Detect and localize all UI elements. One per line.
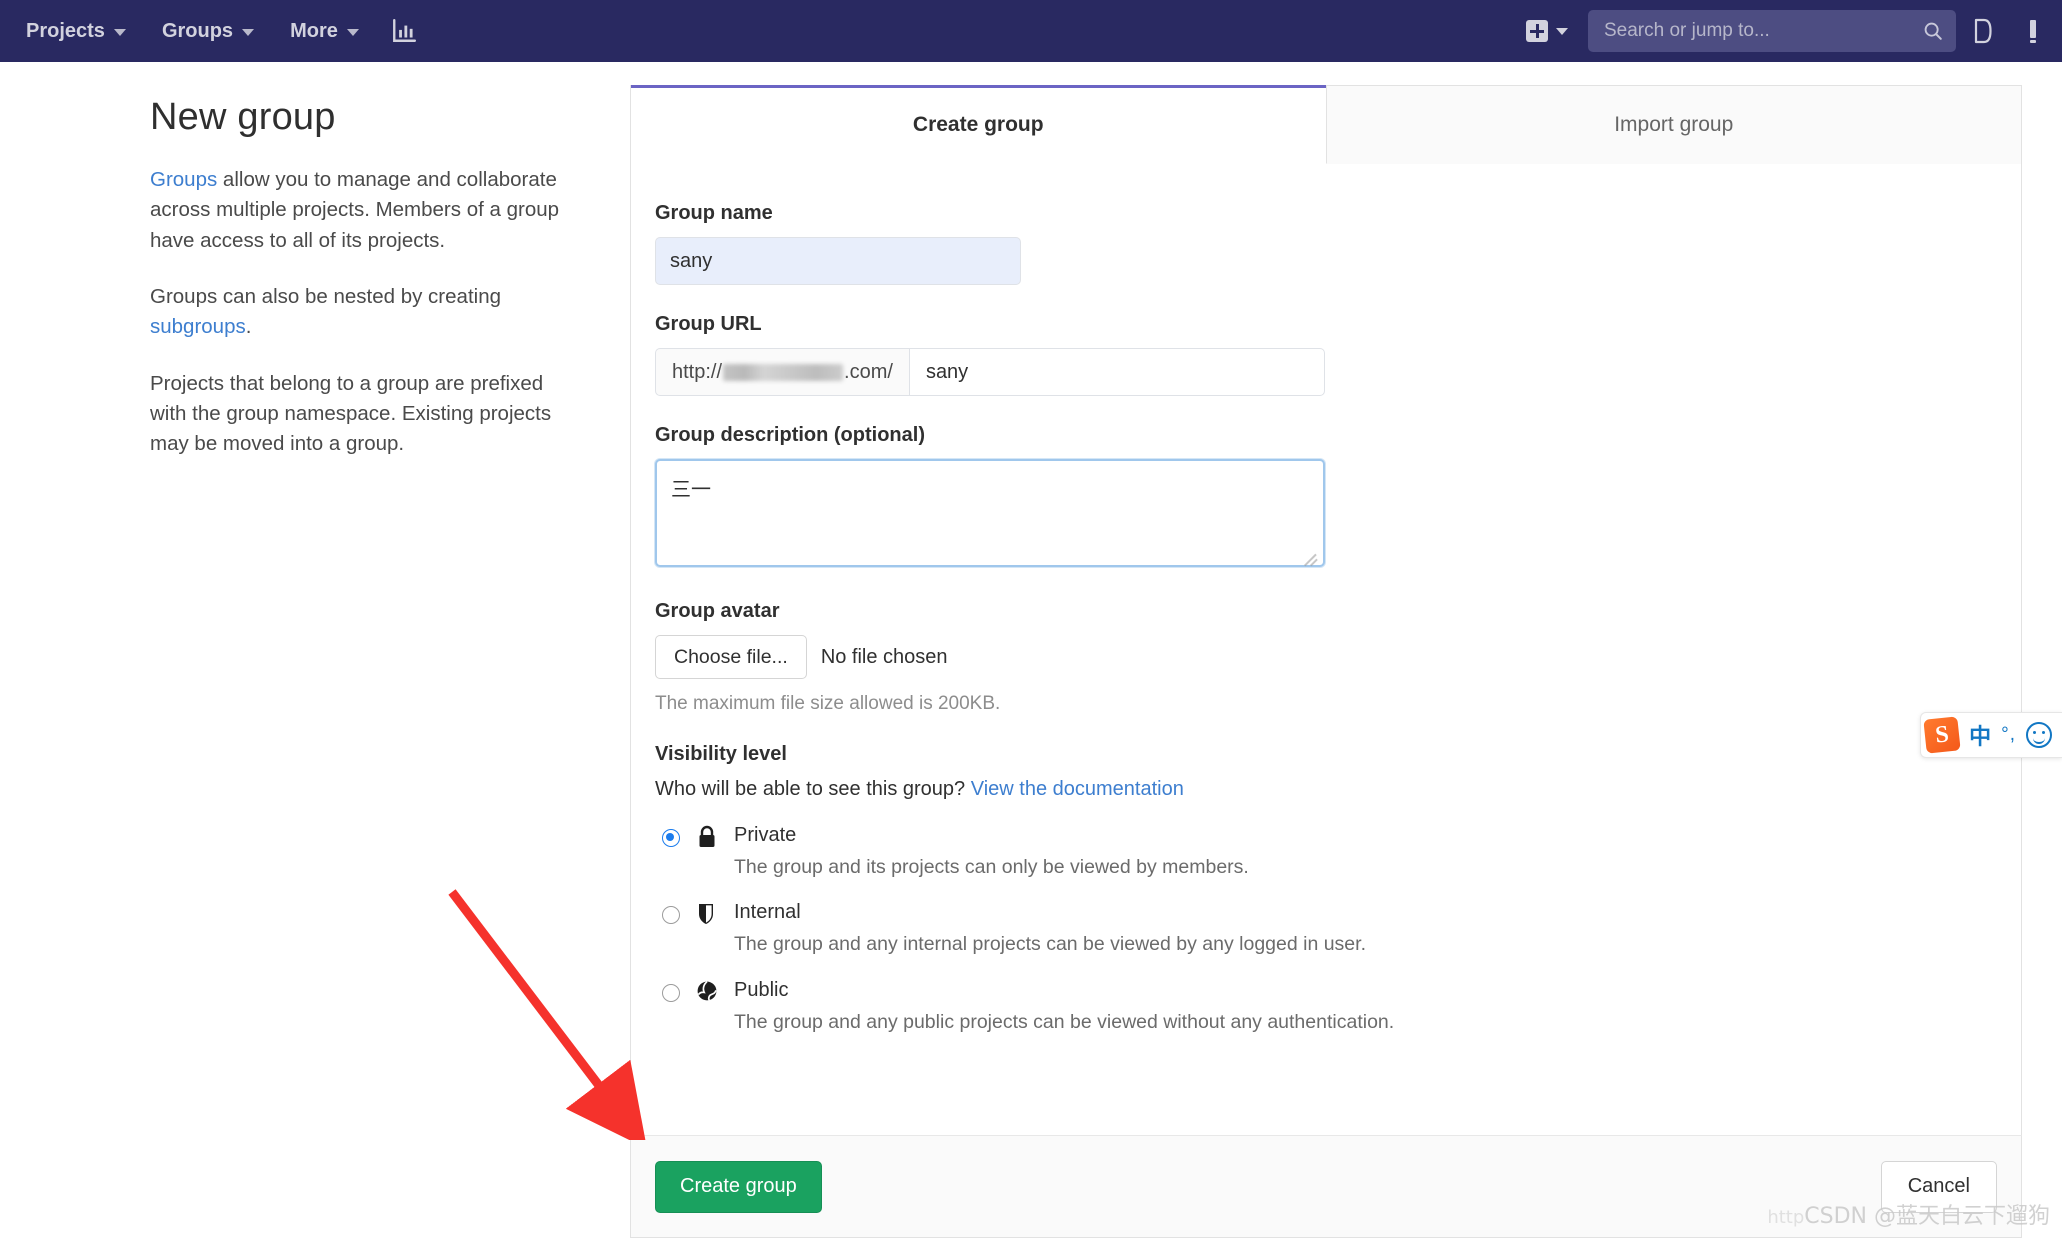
search-input-placeholder: Search or jump to...	[1604, 20, 1922, 42]
ime-toolbar[interactable]: S 中 °,	[1920, 712, 2062, 758]
lock-icon	[696, 825, 718, 849]
chevron-down-icon	[114, 29, 126, 36]
group-url-tld: .com/	[844, 361, 893, 384]
globe-icon	[696, 980, 718, 1002]
group-name-field: Group name	[655, 202, 1981, 285]
panel-tabs: Create group Import group	[631, 86, 2021, 164]
nav-item-groups[interactable]: Groups	[144, 0, 272, 62]
chevron-down-icon	[242, 29, 254, 36]
visibility-option-internal[interactable]: Internal The group and any internal proj…	[655, 900, 1981, 957]
file-status-text: No file chosen	[821, 646, 948, 669]
top-navbar: Projects Groups More	[0, 0, 2062, 62]
visibility-question: Who will be able to see this group? View…	[655, 778, 1981, 801]
visibility-public-desc: The group and any public projects can be…	[734, 1010, 1981, 1035]
search-icon	[1922, 20, 1944, 42]
nav-item-projects[interactable]: Projects	[8, 0, 144, 62]
nav-item-more[interactable]: More	[272, 0, 377, 62]
intro-paragraph-2-pre: Groups can also be nested by creating	[150, 285, 501, 308]
tab-import-group[interactable]: Import group	[1327, 86, 2022, 164]
watermark-prefix: http	[1767, 1207, 1804, 1228]
group-url-row: http:// .com/	[655, 348, 1325, 396]
visibility-private-title: Private	[734, 824, 796, 846]
visibility-field: Visibility level Who will be able to see…	[655, 743, 1981, 1035]
visibility-internal-body: Internal The group and any internal proj…	[734, 900, 1981, 957]
plus-square-icon	[1526, 20, 1548, 42]
nav-item-projects-label: Projects	[26, 20, 105, 43]
issues-icon	[2025, 18, 2041, 44]
create-group-button[interactable]: Create group	[655, 1161, 822, 1213]
smiley-icon[interactable]	[2026, 722, 2052, 748]
visibility-internal-desc: The group and any internal projects can …	[734, 932, 1981, 957]
merge-request-icon	[1971, 18, 1995, 44]
csdn-watermark: httpCSDN @蓝天白云下遛狗	[1767, 1198, 2050, 1230]
ime-punctuation-mode[interactable]: °,	[2001, 724, 2016, 746]
page-root: Projects Groups More	[0, 0, 2062, 1238]
visibility-label: Visibility level	[655, 743, 1981, 766]
tab-create-group[interactable]: Create group	[631, 86, 1327, 164]
subgroups-link[interactable]: subgroups	[150, 315, 246, 338]
global-search-box[interactable]: Search or jump to...	[1588, 10, 1956, 52]
navbar-left-group: Projects Groups More	[0, 0, 431, 62]
group-name-input[interactable]	[655, 237, 1021, 285]
intro-column: New group Groups allow you to manage and…	[150, 96, 580, 486]
avatar-size-hint: The maximum file size allowed is 200KB.	[655, 693, 1981, 715]
bar-chart-icon	[391, 18, 417, 44]
visibility-public-body: Public The group and any public projects…	[734, 978, 1981, 1035]
watermark-text: CSDN @蓝天白云下遛狗	[1804, 1204, 2050, 1229]
radio-internal[interactable]	[662, 906, 680, 924]
group-description-label: Group description (optional)	[655, 424, 1981, 447]
intro-paragraph-2: Groups can also be nested by creating su…	[150, 282, 580, 343]
tab-create-group-label: Create group	[913, 113, 1044, 137]
group-url-scheme: http://	[672, 361, 722, 384]
intro-paragraph-2-post: .	[246, 315, 252, 338]
group-url-prefix: http:// .com/	[655, 348, 909, 396]
visibility-private-desc: The group and its projects can only be v…	[734, 855, 1981, 880]
visibility-question-text: Who will be able to see this group?	[655, 778, 971, 800]
tab-import-group-label: Import group	[1614, 113, 1733, 137]
intro-paragraph-3: Projects that belong to a group are pref…	[150, 369, 580, 460]
visibility-internal-title: Internal	[734, 901, 801, 923]
choose-file-button[interactable]: Choose file...	[655, 635, 807, 679]
radio-public[interactable]	[662, 984, 680, 1002]
nav-item-more-label: More	[290, 20, 338, 43]
merge-requests-button[interactable]	[1960, 0, 2006, 62]
group-name-label: Group name	[655, 202, 1981, 225]
groups-link[interactable]: Groups	[150, 168, 217, 191]
redacted-domain	[723, 364, 843, 381]
view-documentation-link[interactable]: View the documentation	[971, 778, 1184, 800]
group-url-label: Group URL	[655, 313, 1981, 336]
group-url-path-input[interactable]	[909, 348, 1325, 396]
create-group-form: Group name Group URL http:// .com/ Group …	[631, 164, 2021, 1035]
group-avatar-label: Group avatar	[655, 600, 1981, 623]
visibility-private-body: Private The group and its projects can o…	[734, 823, 1981, 880]
globe-icon-wrapper	[696, 980, 722, 1007]
navbar-right-group: Search or jump to...	[1516, 0, 2062, 62]
ime-language-mode[interactable]: 中	[1969, 719, 1991, 751]
group-avatar-field: Group avatar Choose file... No file chos…	[655, 600, 1981, 715]
visibility-public-title: Public	[734, 979, 788, 1001]
visibility-option-private[interactable]: Private The group and its projects can o…	[655, 823, 1981, 880]
group-description-field: Group description (optional) 三一	[655, 424, 1981, 572]
page-title: New group	[150, 96, 580, 139]
shield-icon-wrapper	[696, 902, 722, 931]
create-group-panel: Create group Import group Group name Gro…	[630, 85, 2022, 1205]
chevron-down-icon	[1556, 28, 1568, 35]
shield-icon	[696, 902, 716, 926]
sogou-logo-icon[interactable]: S	[1923, 716, 1960, 753]
analytics-button[interactable]	[377, 0, 431, 62]
nav-item-groups-label: Groups	[162, 20, 233, 43]
file-picker-row: Choose file... No file chosen	[655, 635, 1981, 679]
chevron-down-icon	[347, 29, 359, 36]
visibility-option-public[interactable]: Public The group and any public projects…	[655, 978, 1981, 1035]
group-url-field: Group URL http:// .com/	[655, 313, 1981, 396]
group-description-textarea[interactable]: 三一	[655, 459, 1325, 567]
issues-button[interactable]	[2010, 0, 2056, 62]
intro-paragraph-1: Groups allow you to manage and collabora…	[150, 165, 580, 256]
new-item-button[interactable]	[1516, 20, 1578, 42]
radio-private[interactable]	[662, 829, 680, 847]
group-description-wrapper: 三一	[655, 459, 1325, 572]
lock-icon-wrapper	[696, 825, 722, 854]
